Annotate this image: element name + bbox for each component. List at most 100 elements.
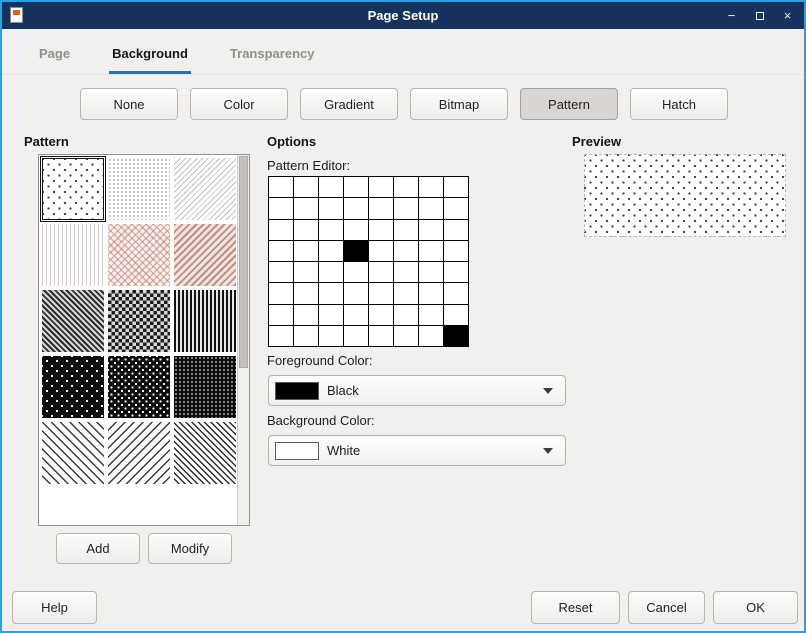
pattern-editor-cell[interactable]	[269, 241, 294, 262]
pattern-editor-cell[interactable]	[394, 241, 419, 262]
pattern-editor-cell[interactable]	[294, 283, 319, 304]
pattern-editor-cell[interactable]	[394, 305, 419, 326]
pattern-editor-cell[interactable]	[419, 220, 444, 241]
scrollbar[interactable]	[237, 155, 249, 525]
pattern-editor-cell[interactable]	[269, 326, 294, 347]
pattern-editor-cell[interactable]	[369, 262, 394, 283]
close-icon[interactable]: ×	[781, 9, 794, 22]
pattern-editor-cell[interactable]	[344, 220, 369, 241]
pattern-editor-cell[interactable]	[444, 198, 469, 219]
pattern-swatch-checker-dark[interactable]	[108, 290, 170, 352]
fill-bitmap-button[interactable]: Bitmap	[410, 88, 508, 120]
cancel-button[interactable]: Cancel	[628, 591, 705, 624]
pattern-editor-cell[interactable]	[369, 283, 394, 304]
pattern-editor-cell[interactable]	[444, 220, 469, 241]
pattern-editor-cell[interactable]	[369, 241, 394, 262]
pattern-editor-cell[interactable]	[319, 241, 344, 262]
pattern-editor-cell[interactable]	[269, 198, 294, 219]
pattern-editor-cell[interactable]	[319, 177, 344, 198]
pattern-editor-cell[interactable]	[369, 326, 394, 347]
pattern-editor-cell[interactable]	[444, 241, 469, 262]
titlebar[interactable]: Page Setup − ×	[2, 2, 804, 29]
pattern-editor-cell[interactable]	[419, 177, 444, 198]
pattern-editor-cell[interactable]	[269, 283, 294, 304]
help-button[interactable]: Help	[12, 591, 97, 624]
pattern-swatch-diag-thin-fwd[interactable]	[108, 422, 170, 484]
foreground-color-dropdown[interactable]: Black	[268, 375, 566, 406]
restore-icon[interactable]	[753, 9, 766, 22]
scrollbar-thumb[interactable]	[239, 156, 248, 368]
pattern-editor-cell[interactable]	[294, 305, 319, 326]
pattern-editor-cell[interactable]	[394, 220, 419, 241]
pattern-editor-cell[interactable]	[344, 326, 369, 347]
reset-button[interactable]: Reset	[531, 591, 620, 624]
pattern-editor-cell[interactable]	[419, 305, 444, 326]
pattern-editor-cell[interactable]	[294, 326, 319, 347]
pattern-swatch-vert-lines-light[interactable]	[42, 224, 104, 286]
pattern-editor-cell[interactable]	[394, 326, 419, 347]
pattern-editor-cell[interactable]	[369, 305, 394, 326]
pattern-swatch-diag-dense[interactable]	[174, 422, 236, 484]
background-color-dropdown[interactable]: White	[268, 435, 566, 466]
pattern-swatch-black-dots[interactable]	[108, 356, 170, 418]
tab-transparency[interactable]: Transparency	[227, 46, 318, 74]
pattern-editor-cell[interactable]	[394, 262, 419, 283]
pattern-editor-grid[interactable]	[268, 176, 469, 347]
pattern-editor-cell[interactable]	[444, 177, 469, 198]
pattern-editor-cell[interactable]	[344, 283, 369, 304]
minimize-icon[interactable]: −	[725, 9, 738, 22]
pattern-swatch-diag-thin-back[interactable]	[42, 422, 104, 484]
pattern-editor-cell[interactable]	[319, 198, 344, 219]
pattern-swatch-diag-pink[interactable]	[174, 224, 236, 286]
pattern-swatch-black-dots-fine[interactable]	[174, 356, 236, 418]
pattern-swatch-sparse-dots[interactable]	[42, 158, 104, 220]
tab-background[interactable]: Background	[109, 46, 191, 74]
pattern-editor-cell[interactable]	[319, 305, 344, 326]
fill-gradient-button[interactable]: Gradient	[300, 88, 398, 120]
pattern-editor-cell[interactable]	[369, 198, 394, 219]
tab-page[interactable]: Page	[36, 46, 73, 74]
pattern-swatch-vert-stripes-dark[interactable]	[174, 290, 236, 352]
pattern-editor-cell[interactable]	[319, 262, 344, 283]
pattern-editor-cell[interactable]	[319, 326, 344, 347]
fill-pattern-button[interactable]: Pattern	[520, 88, 618, 120]
pattern-editor-cell[interactable]	[294, 220, 319, 241]
pattern-editor-cell[interactable]	[294, 241, 319, 262]
pattern-editor-cell[interactable]	[269, 177, 294, 198]
pattern-editor-cell[interactable]	[394, 177, 419, 198]
pattern-editor-cell[interactable]	[369, 177, 394, 198]
pattern-editor-cell[interactable]	[294, 177, 319, 198]
pattern-editor-cell[interactable]	[294, 198, 319, 219]
pattern-swatch-diag-dotted-light[interactable]	[174, 158, 236, 220]
chevron-down-icon[interactable]	[543, 388, 553, 394]
pattern-editor-cell[interactable]	[419, 283, 444, 304]
pattern-swatch-light-dots[interactable]	[108, 158, 170, 220]
pattern-editor-cell[interactable]	[419, 241, 444, 262]
pattern-editor-cell[interactable]	[294, 262, 319, 283]
pattern-editor-cell[interactable]	[394, 283, 419, 304]
pattern-editor-cell[interactable]	[344, 305, 369, 326]
pattern-editor-cell[interactable]	[444, 326, 469, 347]
pattern-editor-cell[interactable]	[369, 220, 394, 241]
add-button[interactable]: Add	[56, 533, 140, 564]
pattern-editor-cell[interactable]	[319, 283, 344, 304]
pattern-editor-cell[interactable]	[344, 262, 369, 283]
pattern-editor-cell[interactable]	[269, 262, 294, 283]
fill-hatch-button[interactable]: Hatch	[630, 88, 728, 120]
pattern-editor-cell[interactable]	[419, 326, 444, 347]
pattern-editor-cell[interactable]	[344, 241, 369, 262]
chevron-down-icon[interactable]	[543, 448, 553, 454]
pattern-editor-cell[interactable]	[269, 305, 294, 326]
fill-color-button[interactable]: Color	[190, 88, 288, 120]
pattern-editor-cell[interactable]	[444, 305, 469, 326]
pattern-editor-cell[interactable]	[419, 262, 444, 283]
pattern-editor-cell[interactable]	[419, 198, 444, 219]
modify-button[interactable]: Modify	[148, 533, 232, 564]
pattern-editor-cell[interactable]	[344, 177, 369, 198]
pattern-editor-cell[interactable]	[444, 283, 469, 304]
pattern-editor-cell[interactable]	[344, 198, 369, 219]
pattern-swatch-cross-pink[interactable]	[108, 224, 170, 286]
pattern-swatch-diag-dark[interactable]	[42, 290, 104, 352]
pattern-editor-cell[interactable]	[319, 220, 344, 241]
pattern-editor-cell[interactable]	[269, 220, 294, 241]
